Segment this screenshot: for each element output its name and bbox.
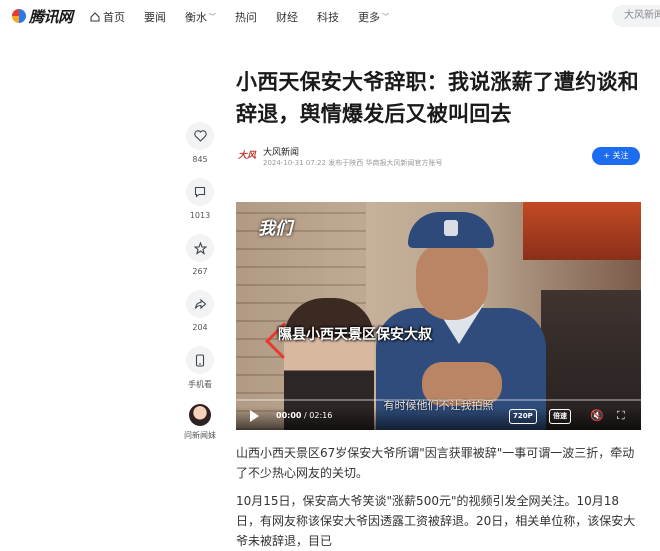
share-button[interactable] [186,290,214,318]
nav-item-label: 更多 [358,11,380,24]
nav-item-label: 科技 [317,11,339,24]
fullscreen-icon[interactable]: ⛶ [617,409,625,423]
nav-item-label: 热问 [235,11,257,24]
comment-icon [194,186,206,198]
favorite-count: 267 [192,267,208,276]
article-meta: 2024-10-31 07:22 发布于陕西 华商报大风新闻官方账号 [263,159,443,167]
author-name[interactable]: 大风新闻 [263,145,299,158]
nav-item-news[interactable]: 要闻 [144,9,166,25]
speed-button[interactable]: 倍速 [549,409,571,424]
author-logo[interactable]: 大风 [238,148,256,162]
video-time: 00:00 / 02:16 [276,411,332,420]
nav-item-finance[interactable]: 财经 [276,9,298,25]
action-rail: 845 1013 267 204 手机看 问新闻妹 [182,122,218,455]
nav-item-home[interactable]: 首页 [90,9,125,25]
ai-assistant-avatar[interactable] [189,404,211,426]
mobile-view-label: 手机看 [188,380,212,389]
comment-button[interactable] [186,178,214,206]
comment-count: 1013 [189,211,211,220]
nav-item-label: 财经 [276,11,298,24]
favorite-button[interactable] [186,234,214,262]
site-logo[interactable]: 腾讯网 [12,6,73,26]
search-input[interactable]: 大风新闻 [612,5,660,27]
like-button[interactable] [186,122,214,150]
phone-icon [195,353,205,367]
follow-button[interactable]: + 关注 [592,147,640,165]
like-count: 845 [192,155,208,164]
mobile-view-button[interactable] [186,346,214,374]
star-icon [193,241,207,255]
chevron-down-icon: ﹀ [382,13,389,21]
video-watermark: 我们 [258,219,292,239]
article-paragraph: 山西小西天景区67岁保安大爷所谓"因言获罪被辞"一事可谓一波三折，牵动了不少热心… [236,446,635,480]
share-count: 204 [192,323,208,332]
video-caption: 隰县小西天景区保安大叔 [278,327,432,343]
home-icon [90,12,100,22]
logo-mark-icon [12,9,26,23]
quality-button[interactable]: 720P [509,409,537,424]
time-total: 02:16 [309,411,333,420]
nav-item-hengshui[interactable]: 衡水 ﹀ [185,9,216,25]
share-icon [194,298,206,310]
nav-menu: 首页 要闻 衡水 ﹀ 热问 财经 科技 更多 ﹀ [90,9,408,25]
time-current: 00:00 [276,411,302,420]
nav-item-hotq[interactable]: 热问 [235,9,257,25]
article-paragraph: 10月15日，保安高大爷笑谈"涨薪500元"的视频引发全网关注。10月18日，有… [236,494,636,548]
ai-assistant-label: 问新闻妹 [184,431,216,440]
chevron-down-icon: ﹀ [209,13,216,21]
heart-icon [193,130,207,142]
nav-item-label: 首页 [103,11,125,24]
nav-item-label: 要闻 [144,11,166,24]
nav-item-more[interactable]: 更多 ﹀ [358,9,389,25]
top-nav: 腾讯网 首页 要闻 衡水 ﹀ 热问 财经 科技 更多 ﹀ 大风新闻 [0,0,660,34]
logo-text: 腾讯网 [29,7,73,26]
nav-item-label: 衡水 [185,11,207,24]
play-icon[interactable] [250,410,259,422]
volume-icon[interactable]: 🔇 [590,409,604,422]
video-player[interactable]: 我们 隰县小西天景区保安大叔 有时候他们不让我拍照 00:00 / 02:16 … [236,202,641,430]
nav-item-tech[interactable]: 科技 [317,9,339,25]
article-title: 小西天保安大爷辞职：我说涨薪了遭约谈和辞退，舆情爆发后又被叫回去 [236,70,639,126]
